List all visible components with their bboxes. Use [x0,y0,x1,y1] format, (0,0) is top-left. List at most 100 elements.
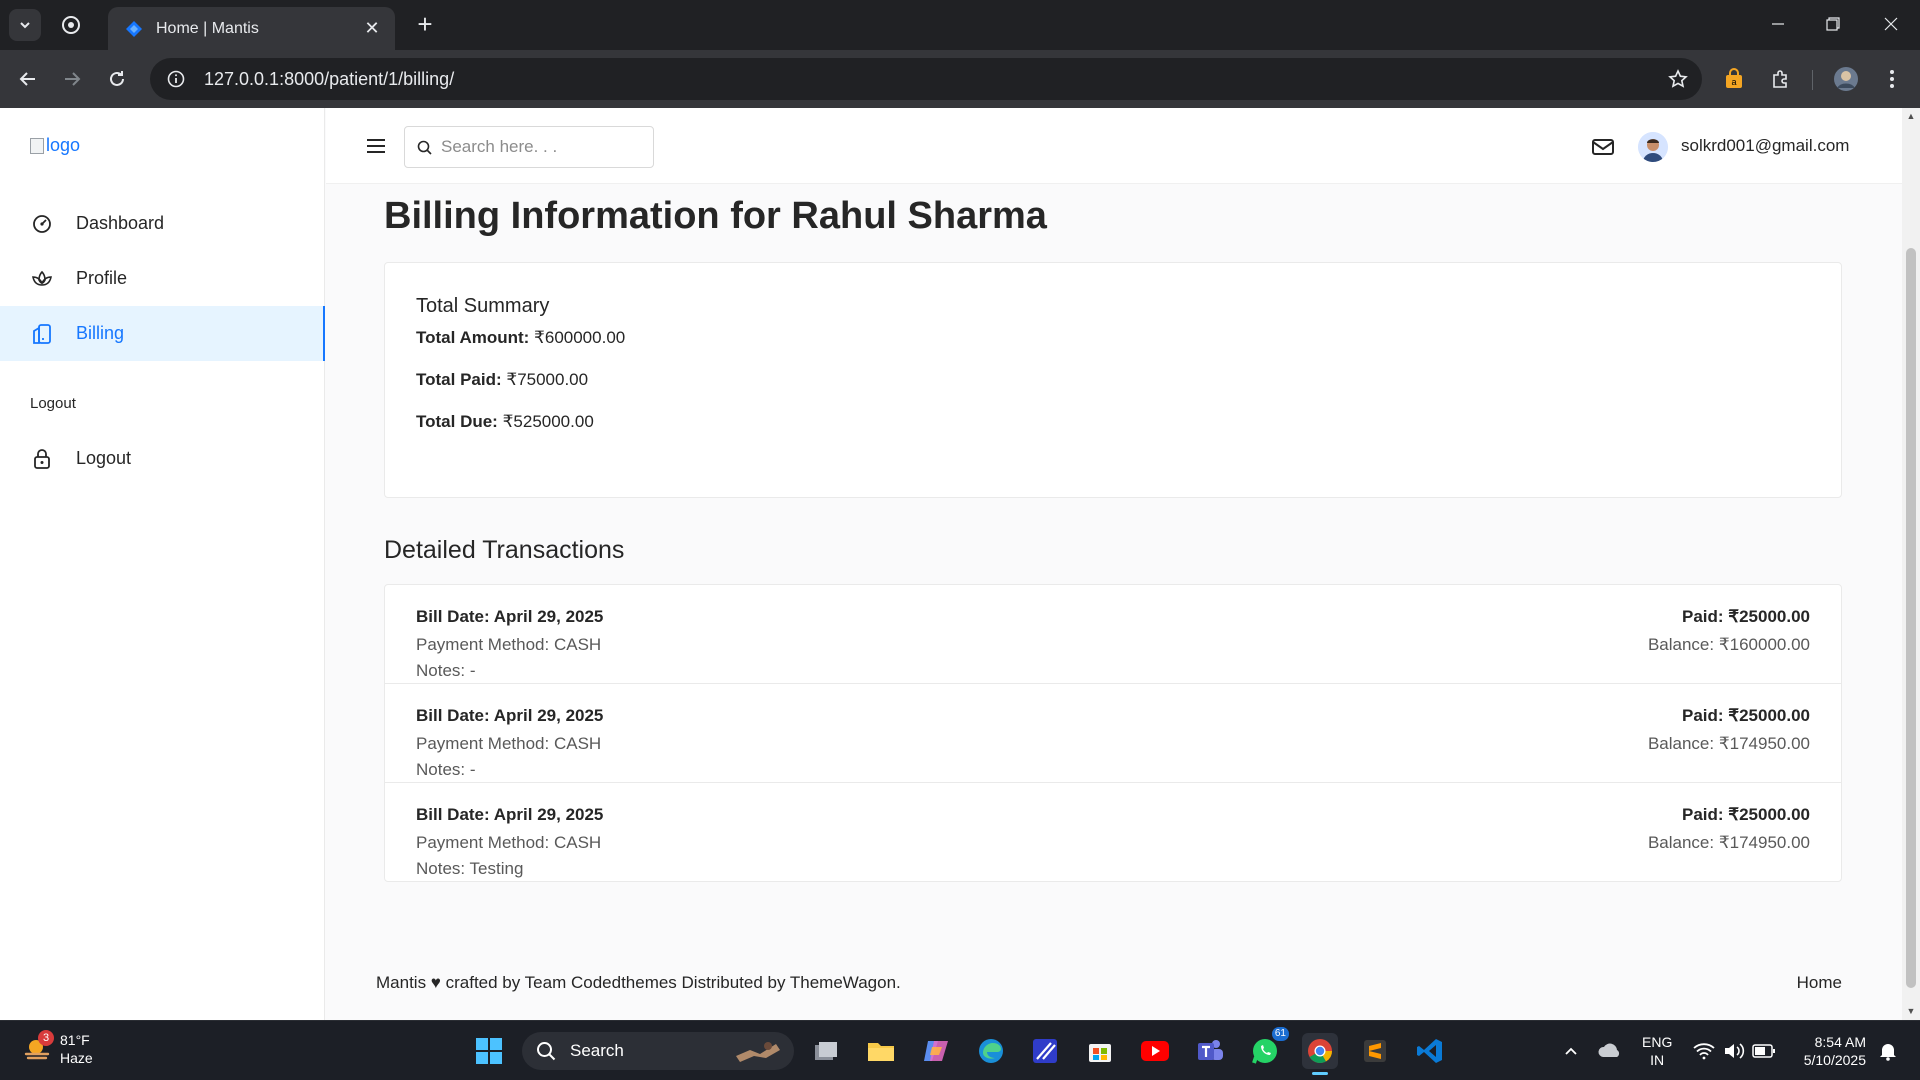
sidebar-item-label: Billing [76,323,125,343]
avatar[interactable] [1638,132,1668,162]
menu-toggle-icon[interactable] [364,134,388,158]
scroll-thumb[interactable] [1906,248,1916,988]
bookmark-star-icon[interactable] [1662,63,1694,95]
arrow-right-icon [65,72,81,86]
transaction-amounts: Paid: ₹25000.00 Balance: ₹174950.00 [1648,804,1810,858]
clock-time: 8:54 AM [1814,1034,1866,1050]
summary-title: Total Summary [416,295,550,317]
minimize-button[interactable] [1758,8,1798,40]
weather-widget[interactable]: 3 81°F Haze [22,1030,93,1067]
task-view-button[interactable] [808,1033,844,1069]
tab-close-icon[interactable]: ✕ [361,18,383,39]
bill-date: Bill Date: April 29, 2025 [416,706,604,725]
site-info-icon[interactable] [164,67,188,91]
copilot-button[interactable] [918,1033,954,1069]
forward-button[interactable] [56,63,88,95]
file-explorer-button[interactable] [863,1033,899,1069]
vscode-button[interactable] [1412,1033,1448,1069]
search-field[interactable] [404,126,654,168]
tray-overflow-button[interactable] [1553,1033,1589,1069]
windows-icon [476,1038,502,1064]
logo-alt-text: logo [46,135,81,155]
page-title: Billing Information for Rahul Sharma [384,195,1047,237]
task-view-icon [815,1042,837,1060]
logo[interactable]: logo [30,135,80,156]
restore-button[interactable] [1813,8,1853,40]
back-button[interactable] [12,63,44,95]
scroll-down-icon[interactable]: ▼ [1906,1006,1916,1016]
mail-icon[interactable] [1590,134,1616,160]
tab-home-mantis[interactable]: Home | Mantis ✕ [108,7,395,50]
sidebar-item-profile[interactable]: Profile [0,251,325,306]
transaction-details: Bill Date: April 29, 2025 Payment Method… [416,804,603,884]
transactions-list: Bill Date: April 29, 2025 Payment Method… [384,584,1842,882]
start-button[interactable] [471,1033,507,1069]
language-indicator[interactable]: ENG IN [1642,1033,1672,1069]
mail-app-button[interactable] [1027,1033,1063,1069]
chrome-button[interactable] [1302,1033,1338,1075]
edge-button[interactable] [973,1033,1009,1069]
region-code: IN [1650,1052,1665,1068]
ai-assistant-icon[interactable] [58,12,84,38]
sidebar-item-logout[interactable]: Logout [0,431,325,486]
tab-search-button[interactable] [9,9,41,41]
tab-title: Home | Mantis [156,19,259,37]
close-icon [1884,17,1898,31]
balance-amount: Balance: ₹174950.00 [1647,833,1810,852]
system-clock[interactable]: 8:54 AM 5/10/2025 [1790,1033,1866,1069]
url-text[interactable]: 127.0.0.1:8000/patient/1/billing/ [204,69,1662,90]
billing-icon [30,322,54,346]
sidebar-item-dashboard[interactable]: Dashboard [0,196,325,251]
wifi-icon [1693,1043,1715,1060]
youtube-button[interactable] [1137,1033,1173,1069]
footer: Mantis ♥ crafted by Team Codedthemes Dis… [376,973,1842,993]
bill-date: Bill Date: April 29, 2025 [416,607,604,626]
main-content: Billing Information for Rahul Sharma Tot… [384,194,1842,882]
store-button[interactable] [1082,1033,1118,1069]
sidebar-item-billing[interactable]: Billing [0,306,325,361]
taskbar-search[interactable]: Search [522,1032,794,1070]
balance-amount: Balance: ₹160000.00 [1647,635,1810,654]
list-item: Bill Date: April 29, 2025 Payment Method… [385,783,1841,882]
minimize-icon [1772,23,1784,25]
user-email[interactable]: solkrd001@gmail.com [1681,136,1849,156]
extensions-puzzle-icon[interactable] [1765,63,1797,95]
sidebar-item-label: Profile [76,268,128,288]
reload-button[interactable] [101,63,133,95]
scroll-up-icon[interactable]: ▲ [1906,111,1916,121]
whatsapp-badge: 61 [1271,1027,1289,1041]
onedrive-button[interactable] [1592,1033,1628,1069]
browser-tabstrip: Home | Mantis ✕ + [0,0,1920,50]
footer-home-link[interactable]: Home [1797,973,1842,993]
active-app-indicator [1312,1072,1328,1075]
restore-icon [1826,17,1840,31]
sublime-button[interactable] [1357,1033,1393,1069]
whatsapp-button[interactable]: 61 [1247,1027,1289,1069]
pen-app-icon [1033,1039,1057,1063]
teams-button[interactable] [1192,1033,1228,1069]
cloud-icon [1598,1043,1620,1057]
search-input[interactable] [441,137,641,157]
notes: Notes: Testing [416,859,524,878]
new-tab-button[interactable]: + [410,10,440,40]
shopping-extension-icon[interactable]: a [1718,63,1750,95]
battery-button[interactable] [1746,1033,1782,1069]
chevron-down-icon [20,22,30,29]
browser-menu-icon[interactable] [1876,63,1908,95]
broken-image-icon [30,137,44,154]
close-window-button[interactable] [1871,8,1911,40]
temperature: 81°F [60,1032,90,1048]
page-scrollbar[interactable]: ▲ ▼ [1902,108,1920,1020]
profile-avatar-icon[interactable] [1830,63,1862,95]
arrow-left-icon [19,72,35,86]
total-paid-label: Total Paid: [416,370,502,389]
clock-date: 5/10/2025 [1803,1052,1866,1068]
windows-taskbar: 3 81°F Haze Search 61 ENG IN 8:54 AM 5/1… [0,1020,1920,1080]
mantis-favicon-icon [126,20,142,37]
chevron-up-icon [1565,1047,1577,1055]
notifications-button[interactable] [1870,1033,1906,1069]
transactions-title: Detailed Transactions [384,536,625,564]
search-icon [536,1040,558,1062]
folder-icon [868,1043,894,1061]
address-bar[interactable]: 127.0.0.1:8000/patient/1/billing/ [150,58,1702,100]
